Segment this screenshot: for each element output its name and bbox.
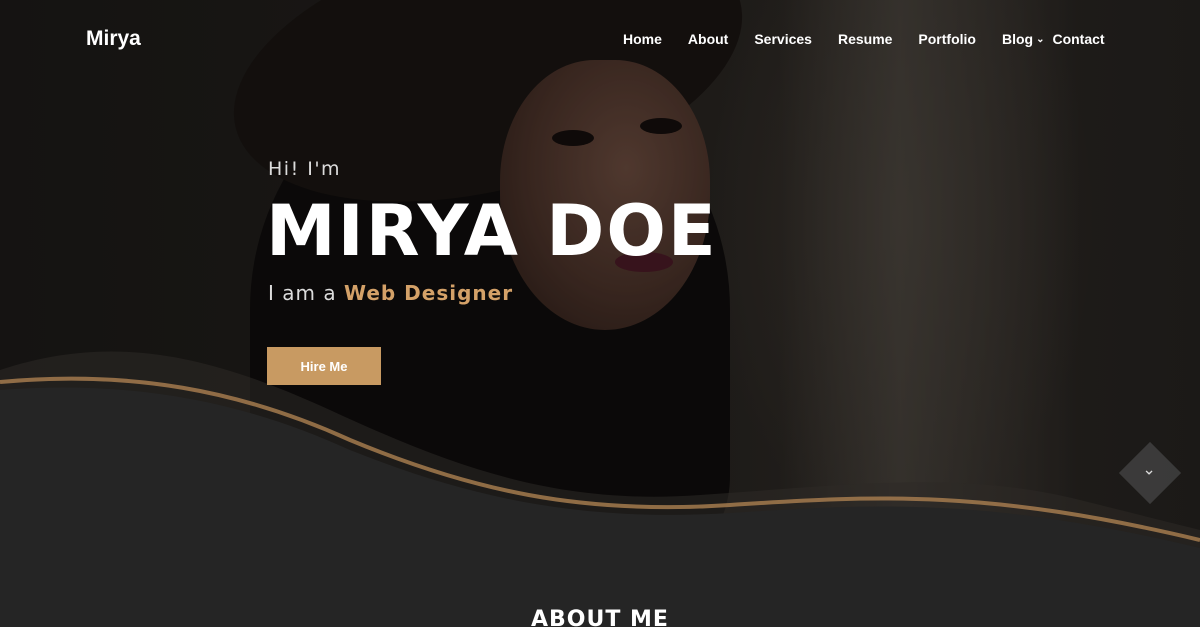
hero-greeting: Hi! I'm [268,158,342,180]
hero-role: I am a Web Designer [268,281,513,305]
chevron-down-icon: ⌄ [1142,461,1156,479]
nav-item-services[interactable]: Services [754,31,812,47]
nav-item-blog-label: Blog [1001,31,1034,47]
nav-item-about[interactable]: About [688,31,728,47]
nav-item-contact[interactable]: Contact [1052,31,1104,47]
nav-item-blog[interactable]: Blog ⌄ [1002,31,1045,47]
chevron-down-icon: ⌄ [1036,33,1045,45]
about-section-title: ABOUT ME [531,607,669,627]
hero-role-prefix: I am a [268,281,337,305]
hero-role-highlight: Web Designer [343,281,514,305]
hero-name: MIRYA DOE [266,190,718,272]
hero-section: Mirya Home About Services Resume Portfol… [0,0,1200,627]
hire-me-button[interactable]: Hire Me [267,347,381,385]
hero-wave-divider [0,351,1200,627]
nav-item-resume[interactable]: Resume [838,31,892,47]
nav-item-portfolio[interactable]: Portfolio [918,31,976,47]
main-nav: Home About Services Resume Portfolio Blo… [623,31,1105,47]
nav-item-home[interactable]: Home [623,31,662,47]
brand-logo[interactable]: Mirya [86,27,141,51]
